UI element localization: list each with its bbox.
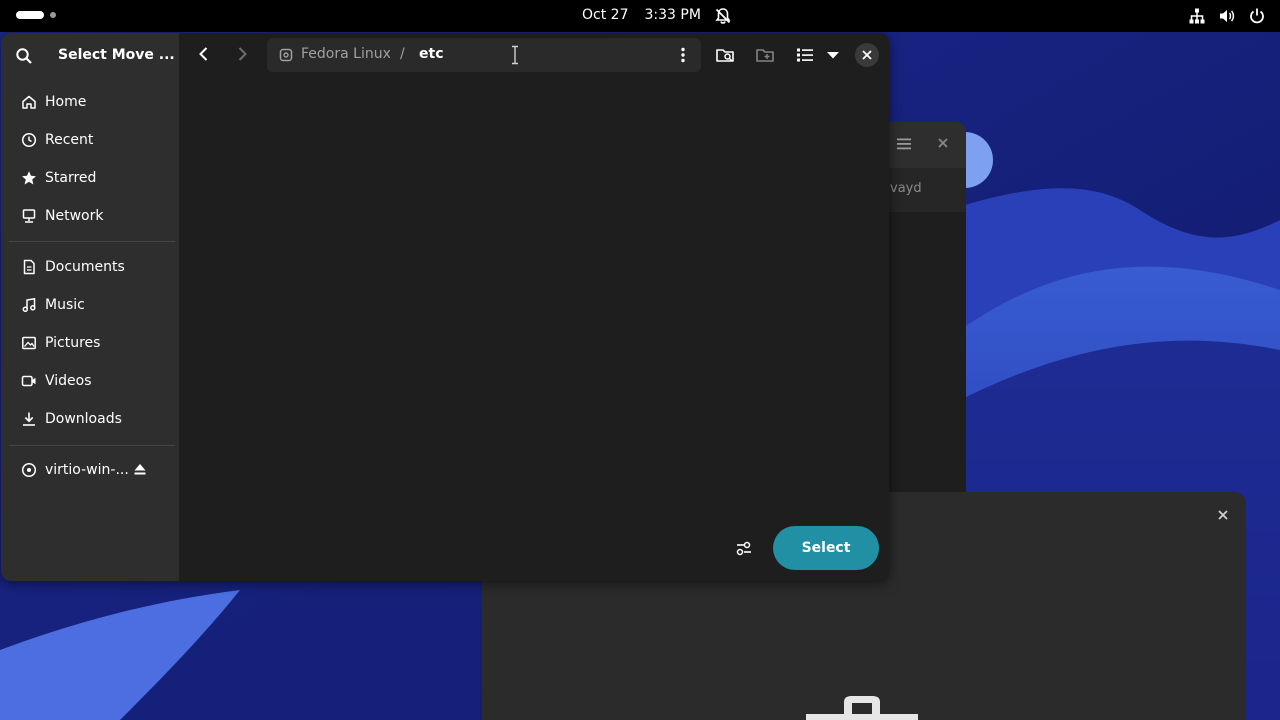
- background-window-tab[interactable]: vayd: [880, 168, 966, 240]
- background-window-header: [880, 122, 966, 168]
- sidebar-item-label: Starred: [45, 170, 97, 186]
- sidebar-item-label: Network: [45, 208, 104, 224]
- volume-icon: [1220, 10, 1235, 22]
- sidebar-item-downloads[interactable]: Downloads: [9, 402, 171, 436]
- dropdown-arrow-icon[interactable]: [823, 45, 843, 65]
- search-icon[interactable]: [15, 47, 33, 65]
- home-icon: [22, 95, 36, 109]
- sidebar-item-label: Music: [45, 297, 85, 313]
- sidebar-item-pictures[interactable]: Pictures: [9, 326, 171, 360]
- breadcrumb-current[interactable]: etc: [419, 46, 444, 62]
- sidebar-item-label: Documents: [45, 259, 125, 275]
- activities-icon: [16, 11, 44, 19]
- sidebar-item-music[interactable]: Music: [9, 288, 171, 322]
- folder-search-icon[interactable]: [715, 45, 735, 65]
- network-icon: [22, 209, 36, 223]
- sidebar-item-label: Downloads: [45, 411, 122, 427]
- eject-icon[interactable]: [133, 462, 147, 476]
- tab-label: vayd: [890, 181, 922, 196]
- sidebar-item-virtio-win[interactable]: virtio-win-...: [9, 453, 171, 487]
- file-list-area[interactable]: Fedora Linux / etc Select: [179, 33, 889, 581]
- text-cursor-icon: [512, 45, 518, 65]
- close-icon[interactable]: [938, 138, 948, 148]
- new-folder-icon[interactable]: [755, 45, 775, 65]
- dialog-title: Select Move ...: [58, 47, 175, 63]
- close-button[interactable]: [855, 43, 879, 67]
- document-icon: [23, 259, 35, 275]
- close-icon[interactable]: [1218, 510, 1228, 520]
- list-view-icon[interactable]: [795, 45, 815, 65]
- header-bar: Fedora Linux / etc: [179, 33, 889, 79]
- back-icon[interactable]: [195, 45, 213, 63]
- clock-date: Oct 27: [582, 7, 629, 23]
- workspace-dot-icon: [50, 12, 56, 18]
- disc-icon: [21, 462, 37, 478]
- package-icon: [806, 696, 918, 720]
- top-bar: Oct 27 3:33 PM: [0, 0, 1280, 32]
- sidebar-item-label: Recent: [45, 132, 94, 148]
- filter-options-icon[interactable]: [735, 539, 753, 557]
- sidebar-separator: [9, 445, 175, 446]
- sidebar-item-recent[interactable]: Recent: [9, 123, 171, 157]
- sidebar-item-home[interactable]: Home: [9, 85, 171, 119]
- power-icon: [1250, 8, 1264, 24]
- activities-button[interactable]: [16, 11, 56, 19]
- sidebar-item-label: virtio-win-...: [45, 462, 129, 478]
- network-icon: [1189, 8, 1205, 24]
- star-icon: [22, 171, 36, 185]
- select-button[interactable]: Select: [773, 526, 879, 570]
- breadcrumb-root[interactable]: Fedora Linux: [301, 46, 391, 62]
- video-icon: [21, 375, 36, 387]
- clock-time: 3:33 PM: [644, 7, 701, 23]
- system-tray[interactable]: [1188, 7, 1266, 25]
- hamburger-menu-icon[interactable]: [896, 136, 912, 152]
- places-sidebar: Select Move ... Home Recent Starred Netw…: [1, 33, 179, 581]
- path-bar[interactable]: Fedora Linux / etc: [267, 38, 701, 72]
- drive-icon: [279, 48, 293, 62]
- more-options-icon[interactable]: [675, 47, 691, 63]
- sidebar-separator: [9, 241, 175, 242]
- close-icon: [862, 50, 872, 60]
- sidebar-item-starred[interactable]: Starred: [9, 161, 171, 195]
- sidebar-header: Select Move ...: [1, 33, 179, 79]
- sidebar-item-label: Videos: [45, 373, 92, 389]
- forward-icon[interactable]: [233, 45, 251, 63]
- sidebar-item-label: Home: [45, 94, 87, 110]
- clock[interactable]: Oct 27 3:33 PM: [582, 7, 701, 23]
- sidebar-item-documents[interactable]: Documents: [9, 250, 171, 284]
- sidebar-item-network[interactable]: Network: [9, 199, 171, 233]
- music-icon: [22, 297, 36, 313]
- notifications-off-icon: [715, 8, 731, 24]
- sidebar-item-videos[interactable]: Videos: [9, 364, 171, 398]
- breadcrumb-separator: /: [400, 46, 405, 62]
- picture-icon: [22, 336, 36, 350]
- sidebar-item-label: Pictures: [45, 335, 101, 351]
- download-icon: [23, 412, 35, 426]
- file-chooser-dialog[interactable]: Select Move ... Home Recent Starred Netw…: [1, 33, 889, 581]
- clock-icon: [21, 132, 37, 148]
